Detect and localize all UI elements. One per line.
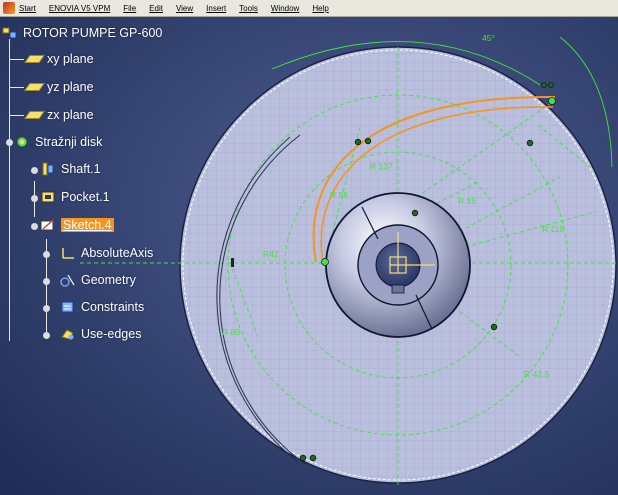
tree-item-sketch[interactable]: Sketch.4 <box>40 218 114 232</box>
expander-geometry[interactable] <box>43 278 50 285</box>
tree-root-label: ROTOR PUMPE GP-600 <box>23 26 163 40</box>
tree-item-label: Pocket.1 <box>61 190 110 204</box>
expander-pocket[interactable] <box>31 195 38 202</box>
tree-item-label: Constraints <box>81 300 145 314</box>
menu-window[interactable]: Window <box>271 4 299 13</box>
tree-item-label: Sketch.4 <box>61 218 114 232</box>
tree-item-body[interactable]: Stražnji disk <box>14 135 102 149</box>
dim-angle: 45° <box>482 33 495 43</box>
tree-item-label: Shaft.1 <box>61 162 101 176</box>
tree-item-label: Use-edges <box>81 327 142 341</box>
tree-item-constraints[interactable]: Constraints <box>60 300 144 314</box>
tree-item-label: xy plane <box>47 52 94 66</box>
expander-shaft[interactable] <box>31 167 38 174</box>
dim-r56: R 56 <box>330 190 348 200</box>
menu-help[interactable]: Help <box>312 4 328 13</box>
use-edges-icon <box>60 327 76 341</box>
menu-view[interactable]: View <box>176 4 193 13</box>
menu-enovia[interactable]: ENOVIA V5 VPM <box>49 4 110 13</box>
tree-item-zx-plane[interactable]: zx plane <box>23 108 94 122</box>
expander-body[interactable] <box>6 139 13 146</box>
tree-item-label: AbsoluteAxis <box>81 246 154 260</box>
shaft-icon <box>40 162 56 176</box>
tree-item-yz-plane[interactable]: yz plane <box>23 80 94 94</box>
expander-sketch[interactable] <box>31 223 38 230</box>
menubar: Start ENOVIA V5 VPM File Edit View Inser… <box>0 0 618 17</box>
menu-insert[interactable]: Insert <box>206 4 226 13</box>
catia-logo-icon[interactable] <box>3 2 15 14</box>
expander-use-edges[interactable] <box>43 332 50 339</box>
dim-r15: R 15 <box>458 196 476 206</box>
tree-root[interactable]: ROTOR PUMPE GP-600 <box>2 26 162 40</box>
tree-item-shaft[interactable]: Shaft.1 <box>40 162 101 176</box>
tree-item-geometry[interactable]: Geometry <box>60 273 136 287</box>
plane-icon <box>23 52 45 66</box>
tree-item-label: Stražnji disk <box>35 135 103 149</box>
geometry-icon <box>60 273 76 287</box>
tree-item-absolute-axis[interactable]: AbsoluteAxis <box>60 246 153 260</box>
tree-item-xy-plane[interactable]: xy plane <box>23 52 94 66</box>
constraints-icon <box>60 300 76 314</box>
keyway <box>391 284 405 294</box>
dim-r137: R 137 <box>370 161 393 171</box>
dim-r425: R 42.5 <box>524 369 549 379</box>
dim-r118: R 118 <box>542 224 564 234</box>
tree-item-label: Geometry <box>81 273 136 287</box>
pocket-icon <box>40 190 56 204</box>
axis-end-marker <box>231 258 234 267</box>
dim-r42: R42 <box>263 249 279 259</box>
tree-h-zx <box>9 115 24 116</box>
axis-icon <box>60 246 76 260</box>
tree-item-label: zx plane <box>47 108 94 122</box>
tree-h-yz <box>9 87 24 88</box>
expander-axis[interactable] <box>43 251 50 258</box>
tree-item-use-edges[interactable]: Use-edges <box>60 327 141 341</box>
menu-edit[interactable]: Edit <box>149 4 163 13</box>
expander-constraints[interactable] <box>43 305 50 312</box>
tree-trunk <box>9 39 10 341</box>
tree-item-pocket[interactable]: Pocket.1 <box>40 190 110 204</box>
product-icon <box>2 26 18 40</box>
menu-start[interactable]: Start <box>19 4 36 13</box>
menu-file[interactable]: File <box>123 4 136 13</box>
tree-h-xy <box>9 59 24 60</box>
tree-item-label: yz plane <box>47 80 94 94</box>
plane-icon <box>23 108 45 122</box>
specification-tree: ROTOR PUMPE GP-600 xy plane yz plane zx … <box>0 17 200 357</box>
plane-icon <box>23 80 45 94</box>
body-icon <box>14 135 30 149</box>
menu-tools[interactable]: Tools <box>239 4 258 13</box>
sketch-icon <box>40 218 56 232</box>
dim-r80: R 80 <box>222 327 240 337</box>
